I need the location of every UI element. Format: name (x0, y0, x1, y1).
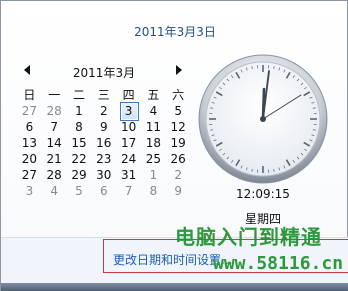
day-cell[interactable]: 6 (91, 183, 116, 199)
day-cell[interactable]: 4 (141, 103, 166, 119)
day-cell[interactable]: 26 (166, 151, 191, 167)
weekday-header: 日 (23, 88, 36, 102)
day-cell[interactable]: 15 (67, 135, 92, 151)
week-row: 6 7 8 9 10 11 12 (17, 119, 193, 135)
taskbar-strip (1, 283, 348, 291)
day-cell[interactable]: 17 (116, 135, 141, 151)
day-cell[interactable]: 29 (67, 167, 92, 183)
week-row: 27 28 1 2 3 4 5 (17, 102, 193, 121)
day-cell[interactable]: 30 (91, 167, 116, 183)
day-cell[interactable]: 31 (116, 167, 141, 183)
day-cell[interactable]: 18 (141, 135, 166, 151)
day-cell[interactable]: 12 (166, 119, 191, 135)
week-row: 3456789 (17, 183, 193, 199)
day-cell-today[interactable]: 3 (116, 102, 141, 121)
day-cell[interactable]: 21 (42, 151, 67, 167)
weekday-header: 四 (122, 88, 135, 102)
day-cell[interactable]: 8 (141, 183, 166, 199)
day-cell[interactable]: 10 (116, 119, 141, 135)
day-cell[interactable]: 9 (91, 119, 116, 135)
calendar-grid: 日一二三四五六 27 28 1 2 3 4 5 6 7 8 9 10 11 12 13 14 15 16 17 18 1… (17, 87, 193, 199)
day-cell[interactable]: 1 (141, 167, 166, 183)
day-cell[interactable]: 8 (67, 119, 92, 135)
month-year-label[interactable]: 2011年3月 (19, 64, 189, 81)
day-cell[interactable]: 3 (17, 183, 42, 199)
day-cell[interactable]: 22 (67, 151, 92, 167)
day-cell[interactable]: 20 (17, 151, 42, 167)
day-cell[interactable]: 7 (116, 183, 141, 199)
digital-time: 12:09:15 (236, 187, 290, 201)
day-cell[interactable]: 23 (91, 151, 116, 167)
day-cell[interactable]: 2 (166, 167, 191, 183)
day-cell[interactable]: 24 (116, 151, 141, 167)
day-cell[interactable]: 25 (141, 151, 166, 167)
day-cell[interactable]: 5 (67, 183, 92, 199)
day-cell[interactable]: 27 (17, 167, 42, 183)
date-time-flyout: 2011年3月3日 2011年3月 日一二三四五六 27 28 1 2 3 4 5 6 7 8 9 1… (0, 0, 348, 291)
day-cell[interactable]: 16 (91, 135, 116, 151)
weekday-header: 一 (48, 88, 61, 102)
weekday-header: 三 (97, 88, 110, 102)
week-row: 13 14 15 16 17 18 19 (17, 135, 193, 151)
day-cell[interactable]: 5 (166, 103, 191, 119)
day-cell[interactable]: 28 (42, 103, 67, 119)
day-cell[interactable]: 27 (17, 103, 42, 119)
day-cell[interactable]: 6 (17, 119, 42, 135)
triangle-right-icon[interactable] (175, 65, 185, 77)
day-cell[interactable]: 1 (67, 103, 92, 119)
day-cell[interactable]: 28 (42, 167, 67, 183)
day-cell[interactable]: 13 (17, 135, 42, 151)
calendar-nav: 2011年3月 (19, 63, 189, 81)
day-cell[interactable]: 9 (166, 183, 191, 199)
day-cell[interactable]: 14 (42, 135, 67, 151)
day-cell[interactable]: 7 (42, 119, 67, 135)
week-row: 27 28 29 30 31 1 2 (17, 167, 193, 183)
day-cell[interactable]: 2 (91, 103, 116, 119)
analog-clock (198, 54, 328, 184)
weekday-header: 五 (147, 88, 160, 102)
day-cell[interactable]: 19 (166, 135, 191, 151)
weekday-header: 二 (72, 88, 85, 102)
watermark-url: www.58116.cn (213, 253, 344, 274)
weekday-header: 六 (172, 88, 185, 102)
day-cell[interactable]: 11 (141, 119, 166, 135)
long-date-link[interactable]: 2011年3月3日 (1, 23, 348, 40)
weekday-header-row: 日一二三四五六 (17, 87, 193, 103)
day-cell[interactable]: 4 (42, 183, 67, 199)
week-row: 20 21 22 23 24 25 26 (17, 151, 193, 167)
